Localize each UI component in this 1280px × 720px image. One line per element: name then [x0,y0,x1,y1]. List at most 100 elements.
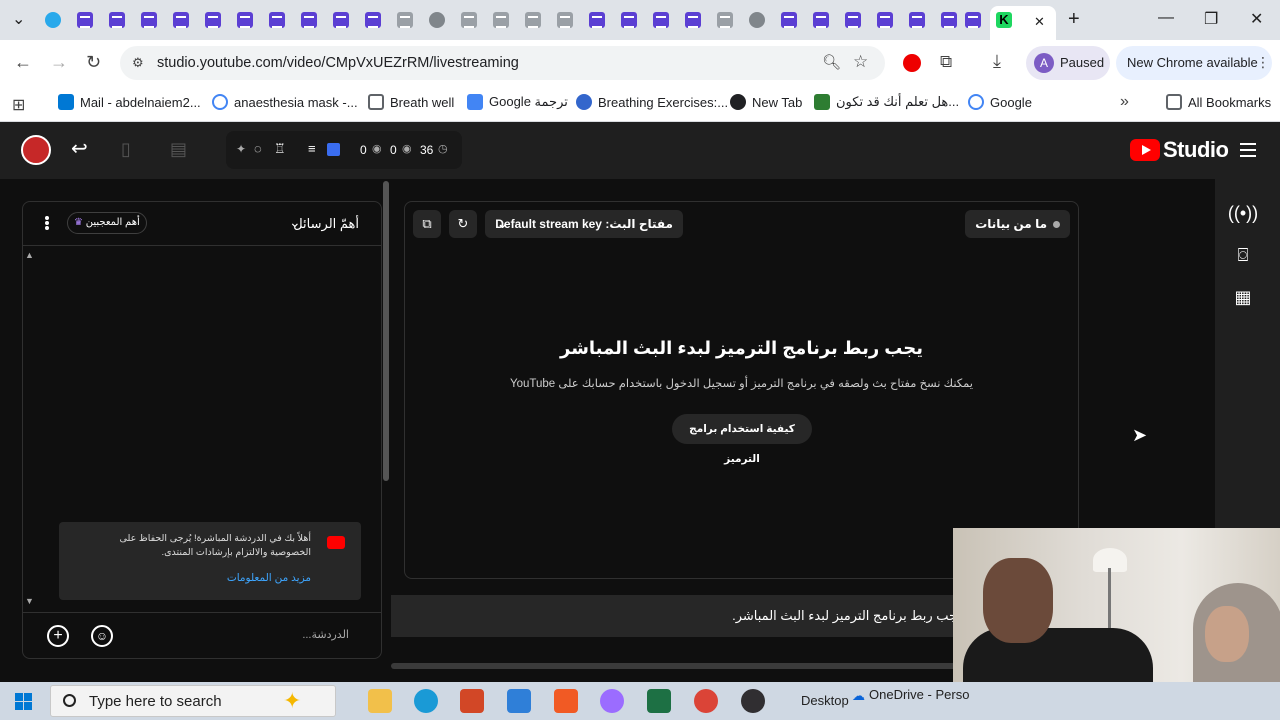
chat-input[interactable]: الدردشة... [302,628,349,641]
onedrive-icon[interactable]: ☁ [852,688,865,704]
excel-icon[interactable] [647,689,671,713]
extensions-icon[interactable]: ⧉ [940,52,952,72]
tab-forms-icon[interactable] [237,12,253,28]
tab-forms-icon[interactable] [685,12,701,28]
refresh-icon[interactable]: ↻ [449,210,477,238]
stream-key-select[interactable]: ⌄ مفتاح البث: Default stream key [485,210,683,238]
studio-wordmark[interactable]: Studio [1163,137,1229,163]
tab-forms-icon[interactable] [333,12,349,28]
apps-grid-icon[interactable]: ⊞ [12,95,25,115]
zoom-icon[interactable]: 🔍︎ [822,53,841,71]
tab-forms-icon[interactable] [845,12,861,28]
obs-icon[interactable] [741,689,765,713]
brave-icon[interactable] [554,689,578,713]
bookmark-star-icon[interactable]: ☆ [853,52,868,72]
scroll-up-icon[interactable]: ▲ [25,250,34,260]
chat-bubble-icon[interactable]: ◌ [254,141,262,156]
powerpoint-icon[interactable] [460,689,484,713]
tab-sheet-icon[interactable] [461,12,477,28]
top-fans-badge[interactable]: ♛ أهم المعجبين [67,212,147,234]
desktop-label[interactable]: Desktop [801,693,849,708]
taskbar-search[interactable]: Type here to search ✦ [50,685,336,717]
tab-sheet-icon[interactable] [525,12,541,28]
bookmark-item[interactable]: Breath well [368,94,454,110]
tab-forms-icon[interactable] [653,12,669,28]
minimize-icon[interactable]: — [1158,10,1174,26]
bookmark-item[interactable]: Breathing Exercises:... [576,94,728,110]
tab-forms-icon[interactable] [205,12,221,28]
encoder-help-button[interactable]: كيفية استخدام برامج الترميز [672,414,812,465]
menu-icon[interactable] [1240,143,1256,157]
list-icon[interactable]: ≡ [308,141,316,156]
tab-forms-icon[interactable] [877,12,893,28]
chevron-down-icon[interactable]: ⌄ [289,214,301,231]
youtube-logo-icon[interactable] [1130,139,1160,161]
bookmark-item[interactable]: Google [968,94,1032,110]
profile-button[interactable]: A Paused [1026,46,1110,80]
tab-globe-icon[interactable] [749,12,765,28]
copilot-icon[interactable] [600,689,624,713]
close-tab-icon[interactable]: ✕ [1034,14,1045,30]
emoji-icon[interactable]: ☺ [91,625,113,647]
bookmark-item[interactable]: Mail - abdelnaiem2... [58,94,201,110]
stream-health-status[interactable]: ما من بيانات [965,210,1070,238]
chat-scrollbar[interactable] [383,181,389,481]
tab-forms-icon[interactable] [173,12,189,28]
opera-extension-icon[interactable] [903,54,921,72]
file-explorer-icon[interactable] [368,689,392,713]
tab-forms-icon[interactable] [621,12,637,28]
download-icon[interactable]: ⤓ [993,51,1001,72]
learn-more-link[interactable]: مزيد من المعلومات [227,572,311,584]
tab-forms-icon[interactable] [589,12,605,28]
horizontal-scrollbar[interactable] [391,663,971,669]
forward-icon[interactable]: → [50,53,68,71]
update-chrome-button[interactable]: New Chrome available ⋮ [1116,46,1272,80]
bookmark-item[interactable]: Google ترجمة [467,94,568,110]
reload-icon[interactable]: ↻ [86,53,101,71]
close-window-icon[interactable]: ✕ [1250,12,1263,28]
scroll-down-icon[interactable]: ▼ [25,596,34,606]
sparkle-icon[interactable]: ✦ [236,142,246,156]
tab-globe-icon[interactable] [429,12,445,28]
tab-forms-icon[interactable] [813,12,829,28]
tab-sheet-icon[interactable] [397,12,413,28]
chat-title[interactable]: أهمّ الرسائل [293,216,359,232]
tab-forms-icon[interactable] [301,12,317,28]
tab-forms-icon[interactable] [909,12,925,28]
address-bar[interactable]: ⚙ studio.youtube.com/video/CMpVxUEZrRM/l… [120,46,885,80]
tab-forms-icon[interactable] [781,12,797,28]
live-stream-icon[interactable]: ((•)) [1223,193,1263,233]
onedrive-label[interactable]: OneDrive - Perso [869,687,969,702]
all-bookmarks[interactable]: All Bookmarks [1166,94,1271,110]
back-icon[interactable]: ← [14,53,32,71]
site-settings-icon[interactable]: ⚙ [132,55,144,71]
tab-sheet-icon[interactable] [557,12,573,28]
bookmark-item[interactable]: هل تعلم أنك قد تكون... [814,94,959,110]
camera-icon[interactable]: ⌼ [1223,235,1263,275]
iq-icon[interactable] [327,143,340,156]
tab-telegram-icon[interactable] [45,12,61,28]
exit-icon[interactable]: ↩ [71,139,88,159]
add-icon[interactable]: + [47,625,69,647]
chrome-icon[interactable] [694,689,718,713]
tab-search-icon[interactable]: ⌄ [12,12,25,28]
clapper-icon[interactable]: ▤ [170,140,187,158]
windows-start-icon[interactable] [15,693,32,710]
tab-sheet-icon[interactable] [717,12,733,28]
tab-forms-icon[interactable] [365,12,381,28]
tab-forms-icon[interactable] [77,12,93,28]
tab-forms-icon[interactable] [965,12,981,28]
new-tab-icon[interactable]: + [1068,9,1080,29]
store-icon[interactable] [507,689,531,713]
tab-sheet-icon[interactable] [493,12,509,28]
url-text[interactable]: studio.youtube.com/video/CMpVxUEZrRM/liv… [157,55,519,71]
channel-avatar[interactable] [21,135,51,165]
bookmark-item[interactable]: New Tab [730,94,802,110]
calendar-icon[interactable]: ▦ [1223,277,1263,317]
tab-forms-icon[interactable] [941,12,957,28]
chat-options-icon[interactable] [45,216,49,230]
active-tab[interactable]: K ✕ [990,6,1056,40]
bookmark-icon[interactable]: ▯ [121,140,131,158]
bookmark-item[interactable]: anaesthesia mask -... [212,94,358,110]
copy-icon[interactable]: ⧉ [413,210,441,238]
